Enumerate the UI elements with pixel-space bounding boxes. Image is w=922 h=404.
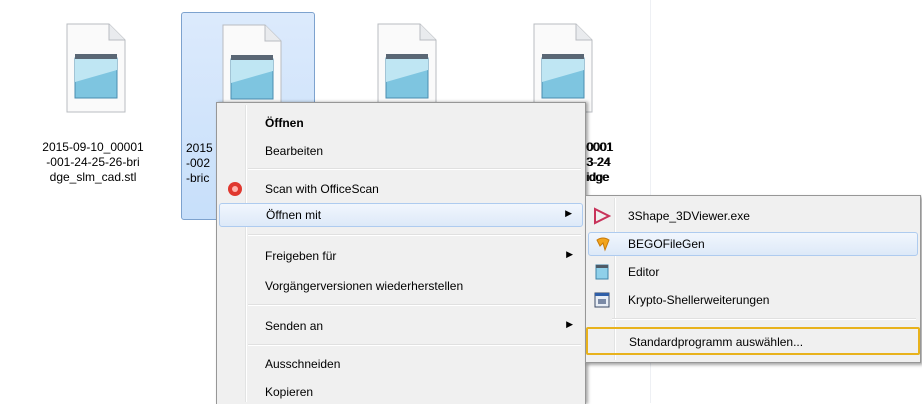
menu-item-label: Senden an [265, 319, 324, 333]
context-menu: Öffnen Bearbeiten Scan with OfficeScan Ö… [216, 102, 586, 404]
submenu-item-label: Editor [628, 265, 660, 279]
menu-item-label: Kopieren [265, 385, 314, 399]
menu-item-open-with[interactable]: Öffnen mit ▶ [219, 203, 583, 227]
menu-item-label: Freigeben für [265, 249, 337, 263]
notepad-document-icon [533, 23, 593, 113]
submenu-item-label: Standardprogramm auswählen... [629, 335, 804, 349]
menu-item-label: Ausschneiden [265, 357, 341, 371]
menu-separator [248, 304, 581, 306]
notepad-editor-icon [595, 264, 609, 280]
submenu-item-label: 3Shape_3DViewer.exe [628, 209, 750, 223]
submenu-item-label: BEGOFileGen [628, 237, 705, 251]
menu-item-share[interactable]: Freigeben für ▶ [219, 244, 583, 268]
open-with-submenu: 3Shape_3DViewer.exe BEGOFileGen Editor K… [585, 195, 921, 363]
file-item[interactable]: 2015-09-10_00001 -001-24-25-26-bri dge_s… [26, 12, 160, 220]
menu-item-label: Bearbeiten [265, 144, 324, 158]
menu-item-label: Öffnen [265, 116, 304, 130]
submenu-item-choose-default[interactable]: Standardprogramm auswählen... [586, 327, 920, 355]
submenu-arrow-icon: ▶ [565, 208, 572, 218]
submenu-arrow-icon: ▶ [566, 249, 573, 259]
submenu-arrow-icon: ▶ [566, 319, 573, 329]
menu-item-send-to[interactable]: Senden an ▶ [219, 314, 583, 338]
submenu-item-bego[interactable]: BEGOFileGen [588, 232, 918, 256]
officescan-icon [228, 182, 242, 196]
menu-separator [612, 318, 916, 320]
menu-separator [248, 168, 581, 170]
bego-filegen-icon [596, 237, 610, 252]
menu-item-label: Scan with OfficeScan [265, 182, 379, 196]
menu-item-scan[interactable]: Scan with OfficeScan [219, 177, 583, 201]
menu-separator [248, 234, 581, 236]
menu-item-open[interactable]: Öffnen [219, 111, 583, 135]
submenu-item-krypto[interactable]: Krypto-Shellerweiterungen [588, 288, 918, 312]
submenu-item-editor[interactable]: Editor [588, 260, 918, 284]
notepad-document-icon [66, 23, 126, 113]
menu-separator [248, 344, 581, 346]
3shape-viewer-icon [594, 207, 611, 225]
notepad-document-icon [377, 23, 437, 113]
file-name: 2015-09-10_00001 -001-24-25-26-bri dge_s… [42, 140, 144, 184]
menu-item-label: Vorgängerversionen wiederherstellen [265, 279, 464, 293]
menu-item-label: Öffnen mit [266, 208, 322, 222]
menu-item-copy[interactable]: Kopieren [219, 380, 583, 404]
menu-item-edit[interactable]: Bearbeiten [219, 139, 583, 163]
file-name-partial: 0001 3-24 idge [586, 140, 613, 184]
menu-item-cut[interactable]: Ausschneiden [219, 352, 583, 376]
crypto-shell-icon [594, 292, 610, 308]
menu-item-restore[interactable]: Vorgängerversionen wiederherstellen [219, 274, 583, 298]
submenu-item-3shape[interactable]: 3Shape_3DViewer.exe [588, 204, 918, 228]
submenu-item-label: Krypto-Shellerweiterungen [628, 293, 770, 307]
